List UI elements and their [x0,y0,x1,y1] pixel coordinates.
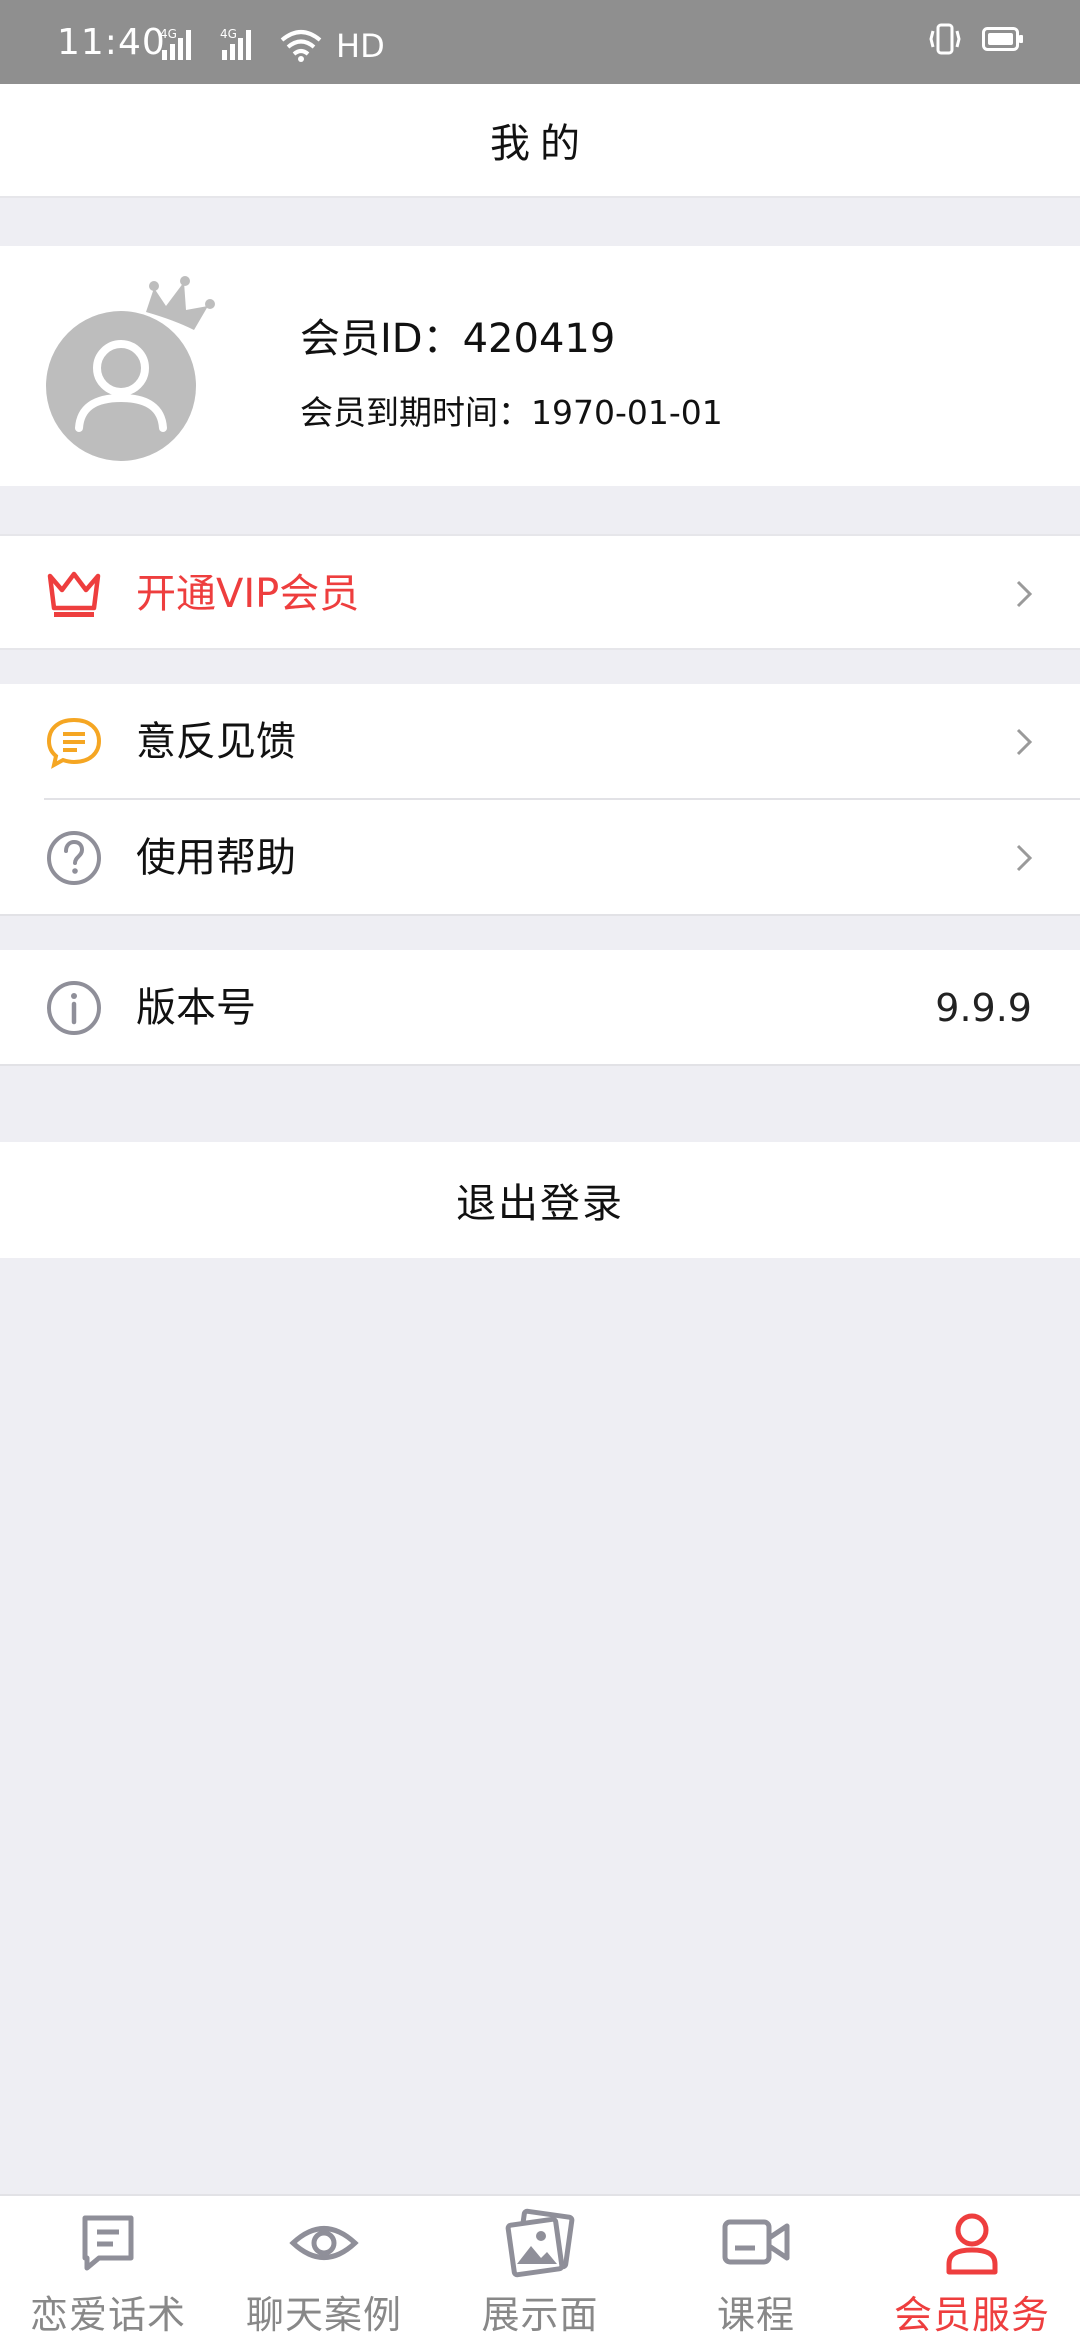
status-bar: 11:40 4G 4G HD [0,0,1080,84]
video-camera-icon [721,2208,791,2278]
chat-bubble-icon [44,712,104,772]
tab-member-service[interactable]: 会员服务 [864,2196,1080,2340]
signal-icon: 4G [220,26,266,66]
hd-indicator: HD [336,27,385,65]
member-expiry: 会员到期时间：1970-01-01 [300,393,723,432]
battery-icon [982,27,1024,55]
person-icon [937,2208,1007,2278]
page-header: 我的 [0,84,1080,198]
avatar[interactable] [46,276,236,466]
crown-icon [44,564,104,624]
tab-label: 恋爱话术 [29,2293,186,2337]
tab-label: 展示面 [481,2293,599,2337]
tab-showcase[interactable]: 展示面 [432,2196,648,2340]
chevron-right-icon [1012,722,1036,762]
open-vip-row[interactable]: 开通VIP会员 [0,534,1080,650]
status-time: 11:40 [57,22,166,63]
status-system-group [928,22,1024,60]
page-title: 我的 [490,121,590,167]
tab-label: 聊天案例 [245,2293,402,2337]
version-value: 9.9.9 [935,986,1032,1030]
logout-label: 退出登录 [456,1181,624,1227]
feedback-row[interactable]: 意反见馈 [0,684,1080,800]
version-row: 版本号 9.9.9 [0,950,1080,1066]
tab-love-scripts[interactable]: 恋爱话术 [0,2196,216,2340]
row-divider [0,914,1080,916]
tab-courses[interactable]: 课程 [648,2196,864,2340]
question-icon [44,828,104,888]
network-2-label: 4G [220,27,237,41]
message-icon [73,2208,143,2278]
logout-button[interactable]: 退出登录 [0,1142,1080,1258]
eye-icon [289,2208,359,2278]
network-1-label: 4G [160,27,177,41]
help-row[interactable]: 使用帮助 [0,800,1080,916]
photos-icon [505,2208,575,2278]
version-label: 版本号 [136,985,256,1031]
profile-card: 会员ID：420419 会员到期时间：1970-01-01 [0,246,1080,486]
signal-icon: 4G [160,26,206,66]
status-network-group: 4G 4G HD [160,22,385,66]
bottom-nav: 恋爱话术 聊天案例 展示面 课程 会员服务 [0,2194,1080,2340]
open-vip-label: 开通VIP会员 [136,571,360,617]
vibrate-icon [928,22,962,60]
info-icon [44,978,104,1038]
feedback-label: 意反见馈 [136,719,296,765]
tab-chat-cases[interactable]: 聊天案例 [216,2196,432,2340]
tab-label: 会员服务 [893,2293,1050,2337]
avatar-crown-icon [46,276,215,461]
chevron-right-icon [1012,838,1036,878]
help-label: 使用帮助 [136,835,296,881]
wifi-icon [280,28,322,66]
member-id: 会员ID：420419 [300,316,616,362]
tab-label: 课程 [716,2293,795,2337]
chevron-right-icon [1012,574,1036,614]
